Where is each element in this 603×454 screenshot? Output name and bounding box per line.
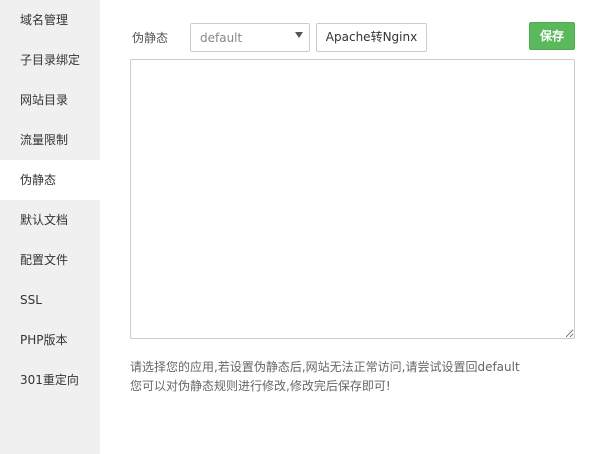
rewrite-template-select[interactable]: default	[190, 23, 310, 52]
sidebar-item-redirect-301[interactable]: 301重定向	[0, 360, 100, 400]
rewrite-rules-editor[interactable]	[130, 59, 575, 339]
rewrite-tips: 请选择您的应用,若设置伪静态后,网站无法正常访问,请尝试设置回default 您…	[130, 358, 520, 396]
apache-to-nginx-button[interactable]: Apache转Nginx	[316, 23, 427, 52]
sidebar-item-config-file[interactable]: 配置文件	[0, 240, 100, 280]
sidebar-item-subdirectory[interactable]: 子目录绑定	[0, 40, 100, 80]
sidebar-item-ssl[interactable]: SSL	[0, 280, 100, 320]
rewrite-label: 伪静态	[132, 31, 169, 45]
sidebar-item-site-directory[interactable]: 网站目录	[0, 80, 100, 120]
sidebar-item-traffic-limit[interactable]: 流量限制	[0, 120, 100, 160]
tip-line: 您可以对伪静态规则进行修改,修改完后保存即可!	[130, 379, 391, 393]
caret-down-icon	[295, 32, 303, 38]
rewrite-template-value: default	[200, 31, 243, 45]
sidebar-item-domain[interactable]: 域名管理	[0, 0, 100, 40]
tip-line: 请选择您的应用,若设置伪静态后,网站无法正常访问,请尝试设置回default	[130, 360, 520, 374]
site-settings-dialog: 域名管理 子目录绑定 网站目录 流量限制 伪静态 默认文档 配置文件 SSL P…	[0, 0, 603, 454]
settings-sidebar: 域名管理 子目录绑定 网站目录 流量限制 伪静态 默认文档 配置文件 SSL P…	[0, 0, 100, 454]
rewrite-panel: 伪静态 default Apache转Nginx 保存 请选择您的应用,若设置伪…	[100, 0, 603, 454]
sidebar-item-php-version[interactable]: PHP版本	[0, 320, 100, 360]
sidebar-item-default-document[interactable]: 默认文档	[0, 200, 100, 240]
save-button[interactable]: 保存	[529, 22, 575, 50]
sidebar-item-rewrite[interactable]: 伪静态	[0, 160, 100, 200]
